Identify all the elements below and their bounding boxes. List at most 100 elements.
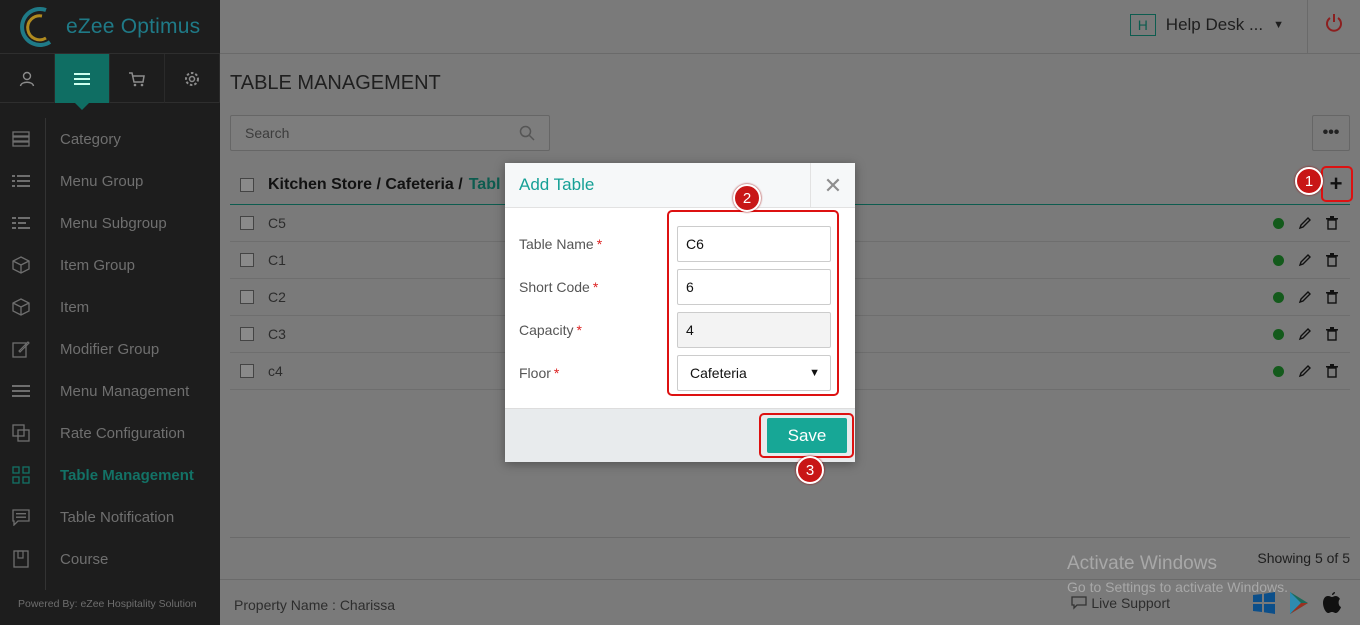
brand: eZee Optimus — [0, 0, 220, 54]
copy-icon — [0, 424, 42, 442]
sidebar-item-menu-management[interactable]: Menu Management — [0, 370, 220, 412]
sidebar-tabs — [0, 54, 220, 110]
status-dot-icon — [1273, 217, 1284, 229]
user-tab[interactable] — [0, 54, 55, 103]
power-button[interactable] — [1324, 13, 1344, 38]
sidebar-item-label: Category — [60, 130, 121, 148]
row-checkbox[interactable] — [240, 327, 254, 341]
sidebar: eZee Optimus Category Menu Group Menu Su… — [0, 0, 220, 625]
box-icon — [0, 298, 42, 316]
status-dot-icon — [1273, 328, 1284, 340]
help-desk-dropdown[interactable]: H Help Desk ... ▼ — [1129, 14, 1284, 36]
annotation-marker-2: 2 — [733, 184, 761, 212]
annotation-box-add — [1321, 166, 1353, 202]
sidebar-item-label: Item Group — [60, 256, 136, 274]
row-actions — [1273, 216, 1338, 230]
sidebar-item-course[interactable]: Course — [0, 538, 220, 580]
sidebar-item-label: Table Management — [60, 466, 194, 484]
select-all-checkbox[interactable] — [240, 177, 254, 192]
trash-icon[interactable] — [1326, 253, 1338, 267]
more-options-button[interactable]: ••• — [1312, 115, 1350, 151]
menu-tab[interactable] — [55, 54, 110, 110]
trash-icon[interactable] — [1326, 327, 1338, 341]
gear-icon — [185, 71, 199, 86]
search-input[interactable]: Search — [230, 115, 550, 151]
row-actions — [1273, 253, 1338, 267]
sidebar-item-label: Menu Group — [60, 172, 144, 190]
settings-tab[interactable] — [165, 54, 220, 103]
edit-icon — [0, 340, 42, 358]
short-code-label: Short Code * — [519, 278, 599, 295]
sidebar-item-menu-subgroup[interactable]: Menu Subgroup — [0, 202, 220, 244]
row-checkbox[interactable] — [240, 216, 254, 230]
status-dot-icon — [1273, 291, 1284, 303]
page-title: TABLE MANAGEMENT — [230, 72, 441, 94]
cart-tab[interactable] — [110, 54, 165, 103]
annotation-box-fields — [667, 210, 839, 396]
live-support-link[interactable]: Live Support — [1071, 595, 1170, 611]
search-placeholder: Search — [245, 125, 290, 141]
sidebar-item-label: Menu Subgroup — [60, 214, 167, 232]
cube-icon — [0, 256, 42, 274]
apple-icon[interactable] — [1322, 591, 1342, 615]
pencil-icon[interactable] — [1298, 253, 1312, 267]
sidebar-item-label: Item — [60, 298, 90, 316]
comment-icon — [0, 508, 42, 526]
table-name: C2 — [268, 289, 286, 305]
sidebar-item-item-group[interactable]: Item Group — [0, 244, 220, 286]
sidebar-menu: Category Menu Group Menu Subgroup Item G… — [0, 118, 220, 590]
row-actions — [1273, 364, 1338, 378]
help-badge: H — [1129, 14, 1156, 36]
table-name: c4 — [268, 363, 283, 379]
topbar: H Help Desk ... ▼ — [220, 0, 1360, 54]
google-play-icon[interactable] — [1288, 591, 1310, 615]
pencil-icon[interactable] — [1298, 216, 1312, 230]
search-icon — [519, 125, 535, 141]
sidebar-item-rate-configuration[interactable]: Rate Configuration — [0, 412, 220, 454]
annotation-marker-1: 1 — [1295, 167, 1323, 195]
category-icon — [0, 131, 42, 147]
row-actions — [1273, 290, 1338, 304]
watermark-line1: Activate Windows — [1067, 553, 1217, 574]
sidebar-item-item[interactable]: Item — [0, 286, 220, 328]
capacity-label: Capacity * — [519, 321, 582, 338]
row-checkbox[interactable] — [240, 290, 254, 304]
sidebar-item-label: Course — [60, 550, 109, 568]
sidebar-item-modifier-group[interactable]: Modifier Group — [0, 328, 220, 370]
list-icon — [0, 174, 42, 188]
sidebar-item-table-notification[interactable]: Table Notification — [0, 496, 220, 538]
cart-icon — [129, 71, 145, 86]
trash-icon[interactable] — [1326, 364, 1338, 378]
annotation-box-save — [759, 413, 854, 458]
table-name-label: Table Name * — [519, 235, 603, 252]
close-button[interactable]: ✕ — [810, 163, 855, 208]
sidebar-item-category[interactable]: Category — [0, 118, 220, 160]
chat-icon — [1071, 596, 1088, 610]
ellipsis-icon: ••• — [1322, 124, 1340, 141]
annotation-marker-3: 3 — [796, 456, 824, 484]
trash-icon[interactable] — [1326, 216, 1338, 230]
row-checkbox[interactable] — [240, 253, 254, 267]
power-icon — [1326, 14, 1342, 32]
pencil-icon[interactable] — [1298, 327, 1312, 341]
pencil-icon[interactable] — [1298, 364, 1312, 378]
menu-icon — [74, 72, 90, 85]
sidebar-item-label: Menu Management — [60, 382, 190, 400]
trash-icon[interactable] — [1326, 290, 1338, 304]
sidebar-item-table-management[interactable]: Table Management — [0, 454, 220, 496]
row-checkbox[interactable] — [240, 364, 254, 378]
status-dot-icon — [1273, 254, 1284, 266]
pencil-icon[interactable] — [1298, 290, 1312, 304]
floor-label: Floor * — [519, 364, 560, 381]
sidebar-item-label: Rate Configuration — [60, 424, 186, 442]
breadcrumb-current[interactable]: Tabl — [469, 176, 501, 194]
sidebar-item-menu-group[interactable]: Menu Group — [0, 160, 220, 202]
dialog-header: Add Table ✕ — [505, 163, 855, 208]
user-icon — [19, 71, 35, 86]
brand-name: eZee Optimus — [66, 14, 201, 38]
grid-icon — [0, 466, 42, 484]
help-desk-label: Help Desk ... — [1165, 15, 1264, 34]
sublist-icon — [0, 216, 42, 230]
status-dot-icon — [1273, 365, 1284, 377]
close-icon: ✕ — [823, 172, 843, 198]
